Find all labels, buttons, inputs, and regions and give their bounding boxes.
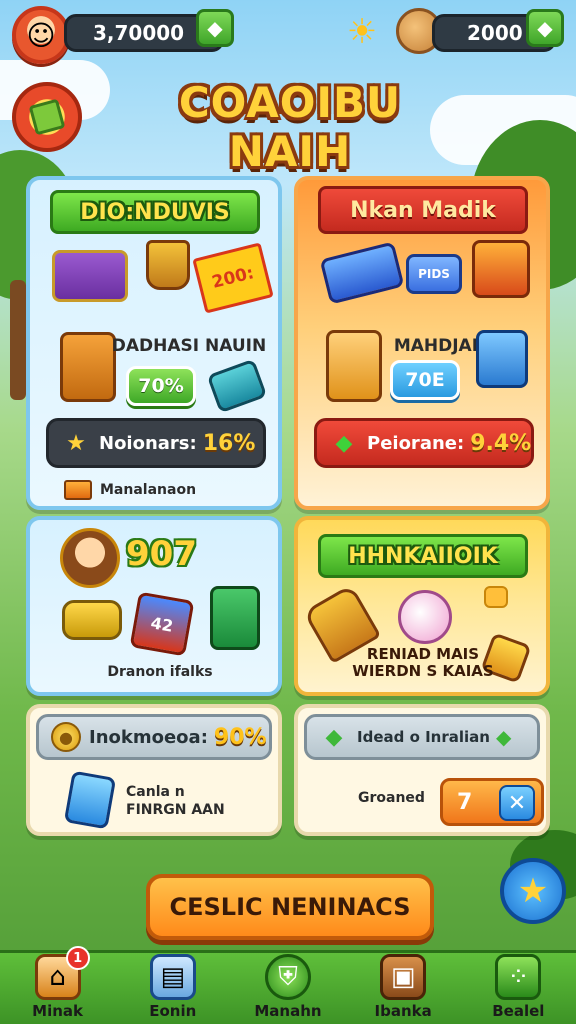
market-buy-value: 70E [405,369,445,391]
phone-card-icon [63,770,117,830]
market-buy-button[interactable]: 70E [390,360,460,400]
reward-count: 7 [457,789,473,815]
gem-small-icon [484,586,508,608]
nav-label: Minak [32,1002,84,1020]
nav-label: Eonin [149,1002,197,1020]
avatar-face-icon: ☺ [26,18,56,52]
nav-item-shield[interactable]: ⛨ Manahn [240,954,336,1020]
quest-icon[interactable] [12,82,82,152]
daily-footer: Manalanaon [64,480,196,500]
pet-creature-icon [398,590,452,644]
bonus-stat-bar: ● Inokmoeoa: 90% [36,714,272,760]
bonus-description: Canla n FINRGN AAN [126,784,225,819]
daily-footer-text: Manalanaon [100,482,197,498]
price-tag: 200: [192,242,274,314]
nav-label: Ibanka [374,1002,432,1020]
cards-icon: ▤ [149,954,196,1000]
potion-jar-icon [146,240,190,290]
daily-buy-button[interactable]: 70% [126,366,196,406]
star-icon: ★ [517,871,549,911]
top-bar: ☺ 3,70000 ◆ ☀ 2000 ◆ [8,6,568,64]
daily-deals-card[interactable]: DIO:NDUVIS 200: DADHASI NAUIN 70% ★ Noio… [26,176,282,510]
gem-amount: 2000 [467,21,523,45]
player-avatar[interactable]: ☺ [12,6,70,64]
ticket-icon [64,480,92,500]
market-stat-bar: ◆ Peiorane: 9.4% [314,418,534,468]
emerald-small-icon: ◆ [495,725,512,749]
number-tile: 42 [129,591,195,657]
reward-stat-label: Idead o Inralian [357,728,490,746]
star-icon: ★ [66,430,86,456]
event-card[interactable]: HHNKAIIOIK RENIAD MAIS WIERDN S KAIAS [294,516,550,696]
add-coins-button[interactable]: ◆ [196,9,234,47]
daily-buy-value: 70% [138,375,184,397]
market-stat-label: Peiorane: [367,432,465,454]
tools-icon: ✕ [499,785,535,821]
daily-item-name: DADHASI NAUIN [111,336,267,356]
nav-item-grid[interactable]: ⁘ Bealel [470,954,566,1020]
nav-label: Manahn [254,1002,322,1020]
gift-box-icon [472,240,530,298]
bonus-desc-line1: Canla n [126,784,185,800]
reward-card[interactable]: ◆ Idead o Inralian ◆ Groaned 7 ✕ [294,704,550,836]
event-text: RENIAD MAIS WIERDN S KAIAS [348,645,498,681]
bottom-navigation: ⌂ 1 Minak ▤ Eonin ⛨ Manahn ▣ Ibanka ⁘ Be… [0,946,576,1024]
bonus-card[interactable]: ● Inokmoeoa: 90% Canla n FINRGN AAN [26,704,282,836]
event-text-line2: WIERDN S KAIAS [352,662,494,681]
character-avatar [60,528,120,588]
treasure-chest-icon [52,250,128,302]
gold-coin-icon: ● [51,722,81,752]
card-pack-text: PIDS [418,267,450,281]
nav-item-home[interactable]: ⌂ 1 Minak [10,946,106,1020]
daily-stat-value: 16% [202,430,256,456]
bonus-stat-value: 90% [213,724,267,750]
daily-ribbon: DIO:NDUVIS [50,190,260,234]
market-stat-value: 9.4% [470,430,532,456]
nav-item-chest[interactable]: ▣ Ibanka [355,954,451,1020]
blue-card-icon [319,241,405,305]
price-tag-text: 200: [210,263,256,293]
favorites-star-button[interactable]: ★ [500,858,566,924]
card-pack: PIDS [406,254,462,294]
emerald-icon: ◆ [325,724,343,750]
reward-stat-bar: ◆ Idead o Inralian ◆ [304,714,540,760]
grid-icon: ⁘ [495,954,542,1000]
gold-coins-icon [62,600,122,640]
player-level: 907 [126,534,197,574]
reward-caption: Groaned [358,790,425,806]
game-title: COAOIBU NAIH [178,78,402,176]
tablet-icon [476,330,528,388]
battery-icon [206,358,268,414]
bonus-stat-label: Inokmoeoa: [89,726,208,748]
profile-footer: Dranon ifalks [107,664,213,680]
nav-label: Bealel [492,1002,545,1020]
market-ribbon: Nkan Madik [318,186,528,234]
reward-claim-button[interactable]: 7 ✕ [440,778,544,826]
shield-icon: ⛨ [264,954,311,1000]
coin-amount: 3,70000 [93,21,185,45]
market-card[interactable]: Nkan Madik PIDS MAHDJARAN 70E ◆ Peiorane… [294,176,550,510]
nav-item-cards[interactable]: ▤ Eonin [125,954,221,1020]
emerald-icon: ◆ [335,430,353,456]
chest-icon: ▣ [380,954,427,1000]
daily-stat-bar: ★ Noionars: 16% [46,418,266,468]
bonus-desc-line2: FINRGN AAN [126,801,225,818]
event-text-line1: RENIAD MAIS [366,645,480,663]
main-action-label: CESLIC NENINACS [169,893,411,921]
daily-stat-label: Noionars: [99,432,197,454]
main-action-button[interactable]: CESLIC NENINACS [146,874,434,940]
event-ribbon: HHNKAIIOIK [318,534,528,578]
sun-icon[interactable]: ☀ [340,10,384,54]
add-gems-button[interactable]: ◆ [526,9,564,47]
number-tile-text: 42 [149,612,175,636]
cash-register-icon [210,586,260,650]
notification-badge: 1 [65,946,90,970]
gem-add-icon: ◆ [207,16,223,40]
profile-card[interactable]: 907 42 Dranon ifalks [26,516,282,696]
gem-add-icon: ◆ [537,16,553,40]
